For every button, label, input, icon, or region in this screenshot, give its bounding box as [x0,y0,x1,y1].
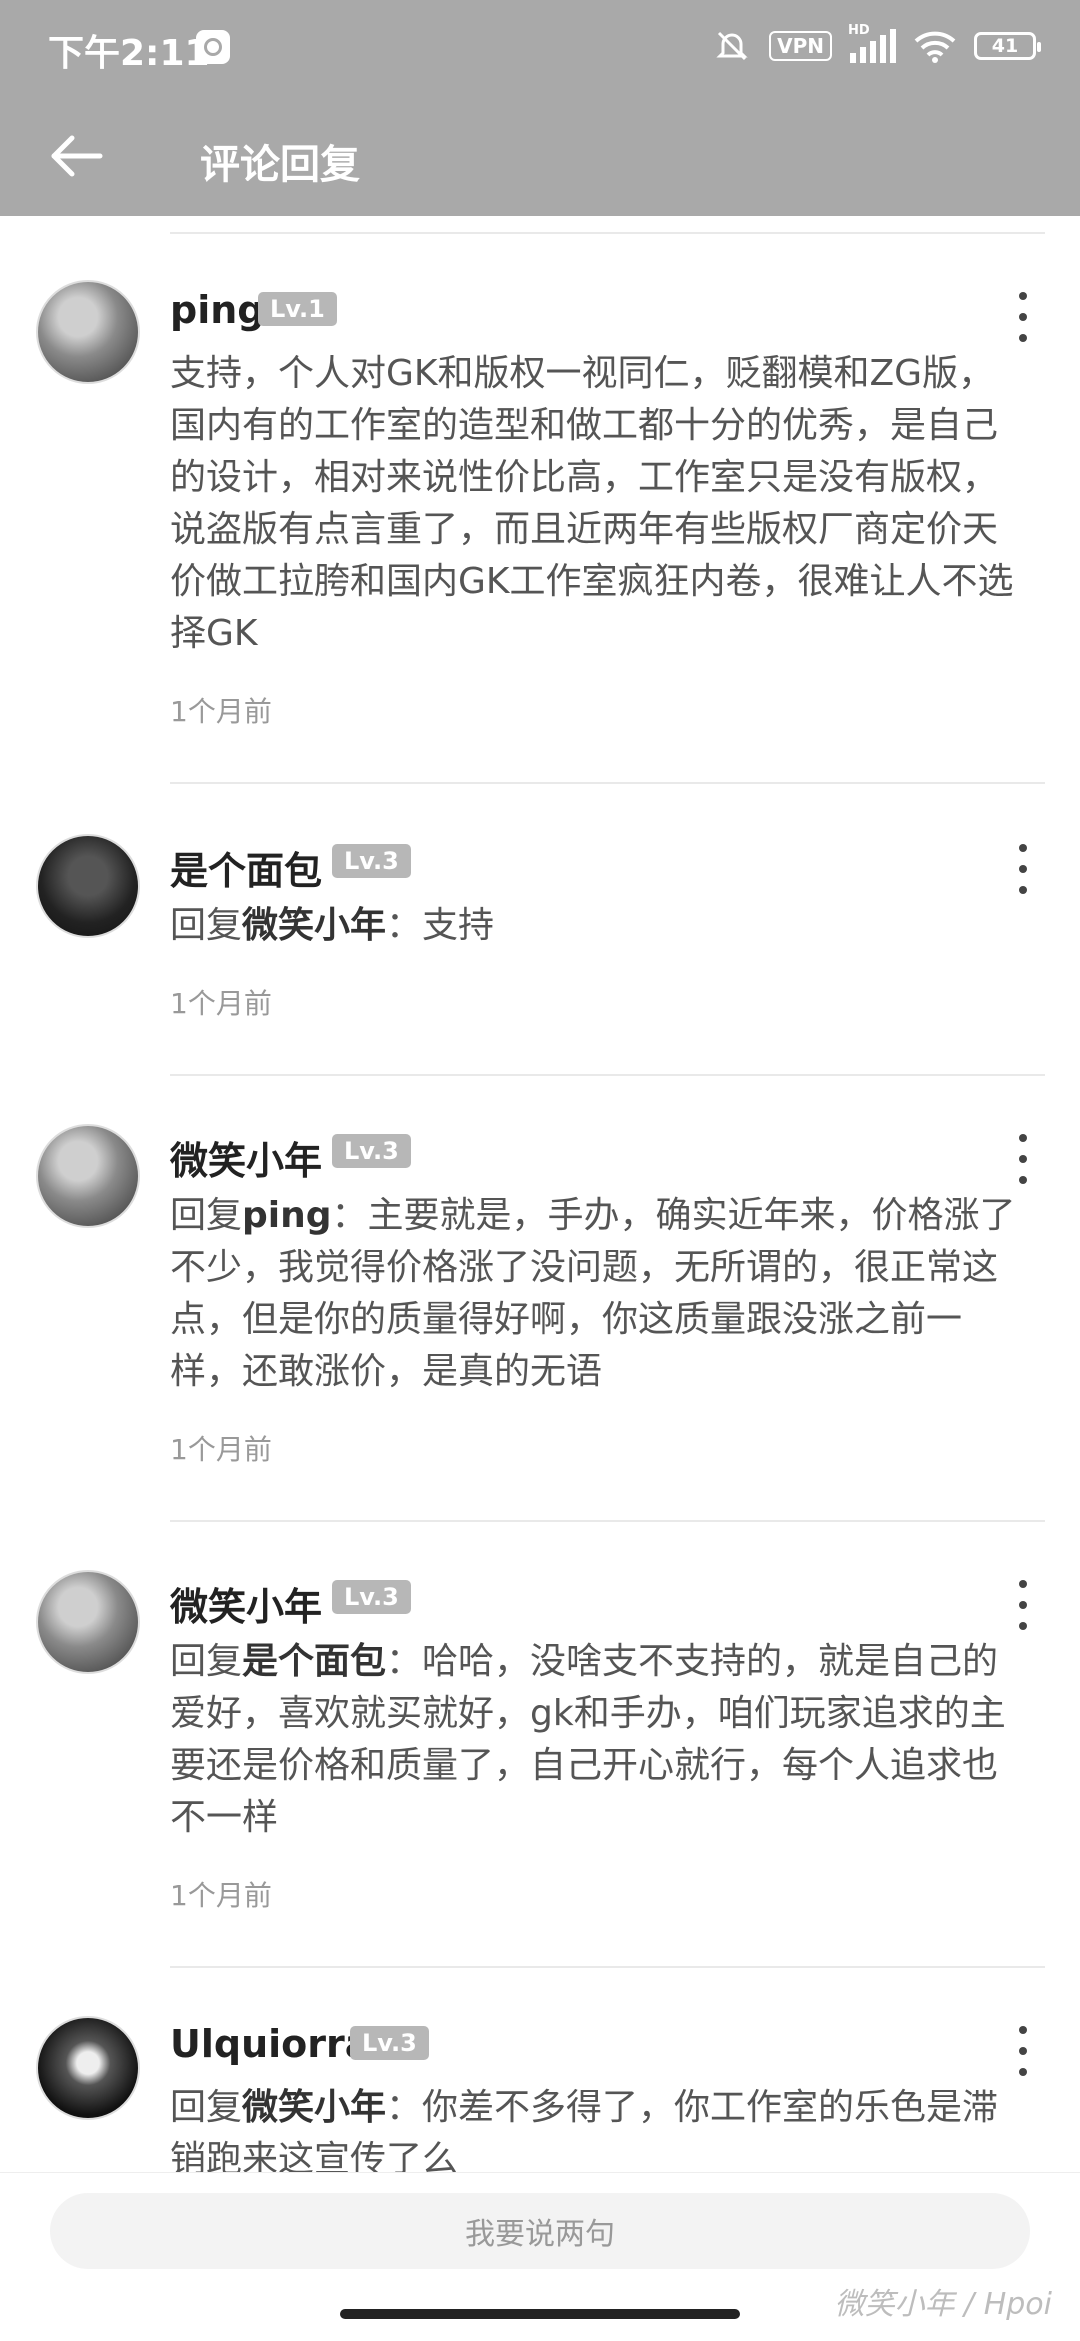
reply-text: ：支持 [386,905,495,946]
level-badge: Lv.3 [332,844,411,878]
comment-text: 回复微笑小年：你差不多得了，你工作室的乐色是滞销跑来这宣传了么 [170,2082,1020,2172]
status-time: 下午2:11 [48,33,210,74]
divider [170,232,1045,234]
signal-icon: HD [848,23,896,63]
comment-input[interactable]: 我要说两句 [50,2193,1030,2269]
comment-text: 回复微笑小年：支持 [170,900,1020,952]
more-options-icon[interactable] [1010,1134,1036,1184]
level-badge: Lv.1 [258,292,337,326]
divider [170,1520,1045,1522]
reply-target[interactable]: 是个面包 [242,1641,386,1682]
avatar[interactable] [36,1124,140,1228]
wifi-icon [914,31,956,63]
reply-target[interactable]: 微笑小年 [242,2087,386,2128]
level-badge: Lv.3 [350,2026,429,2060]
divider [170,1966,1045,1968]
comment-text: 回复ping：主要就是，手办，确实近年来，价格涨了不少，我觉得价格涨了没问题，无… [170,1190,1020,1398]
username[interactable]: 是个面包 [170,840,322,895]
comment-time: 1个月前 [170,987,272,1020]
mute-icon [716,31,748,61]
watermark: 微笑小年 / Hpoi [834,2287,1052,2322]
avatar[interactable] [36,280,140,384]
username[interactable]: Ulquiorra [170,2022,370,2066]
level-badge: Lv.3 [332,1580,411,1614]
comment-time: 1个月前 [170,695,272,728]
reply-prefix: 回复 [170,1195,243,1236]
avatar[interactable] [36,834,140,938]
more-options-icon[interactable] [1010,844,1036,894]
app-bar: 评论回复 [0,96,1080,216]
hd-label: HD [848,23,870,38]
username[interactable]: 微笑小年 [170,1130,322,1185]
vpn-badge: VPN [769,31,832,61]
battery-level: 41 [991,35,1019,57]
divider [170,1074,1045,1076]
more-options-icon[interactable] [1010,292,1036,342]
app-notification-icon [196,30,230,64]
reply-prefix: 回复 [170,905,243,946]
battery-icon: 41 [974,32,1041,60]
comment-time: 1个月前 [170,1433,272,1466]
reply-prefix: 回复 [170,2087,243,2128]
reply-prefix: 回复 [170,1641,243,1682]
comment-text: 支持，个人对GK和版权一视同仁，贬翻模和ZG版，国内有的工作室的造型和做工都十分… [170,353,1014,654]
comment-text: 回复是个面包：哈哈，没啥支不支持的，就是自己的爱好，喜欢就买就好，gk和手办，咱… [170,1636,1020,1844]
reply-target[interactable]: 微笑小年 [242,905,386,946]
username[interactable]: ping [170,288,264,332]
more-options-icon[interactable] [1010,2026,1036,2076]
arrow-left-icon[interactable] [44,122,112,190]
level-badge: Lv.3 [332,1134,411,1168]
avatar[interactable] [36,1570,140,1674]
home-indicator[interactable] [340,2309,740,2319]
comment-input-bar: 我要说两句 微笑小年 / Hpoi [0,2172,1080,2341]
username[interactable]: 微笑小年 [170,1576,322,1631]
status-bar: 下午2:11 VPN HD 41 [0,0,1080,96]
reply-target[interactable]: ping [242,1195,332,1236]
divider [170,782,1045,784]
page-title: 评论回复 [200,142,360,188]
comment-list[interactable]: ping Lv.1 支持，个人对GK和版权一视同仁，贬翻模和ZG版，国内有的工作… [0,216,1080,2172]
comment-time: 1个月前 [170,1879,272,1912]
avatar[interactable] [36,2016,140,2120]
more-options-icon[interactable] [1010,1580,1036,1630]
status-icons: VPN HD 41 [713,23,1041,66]
